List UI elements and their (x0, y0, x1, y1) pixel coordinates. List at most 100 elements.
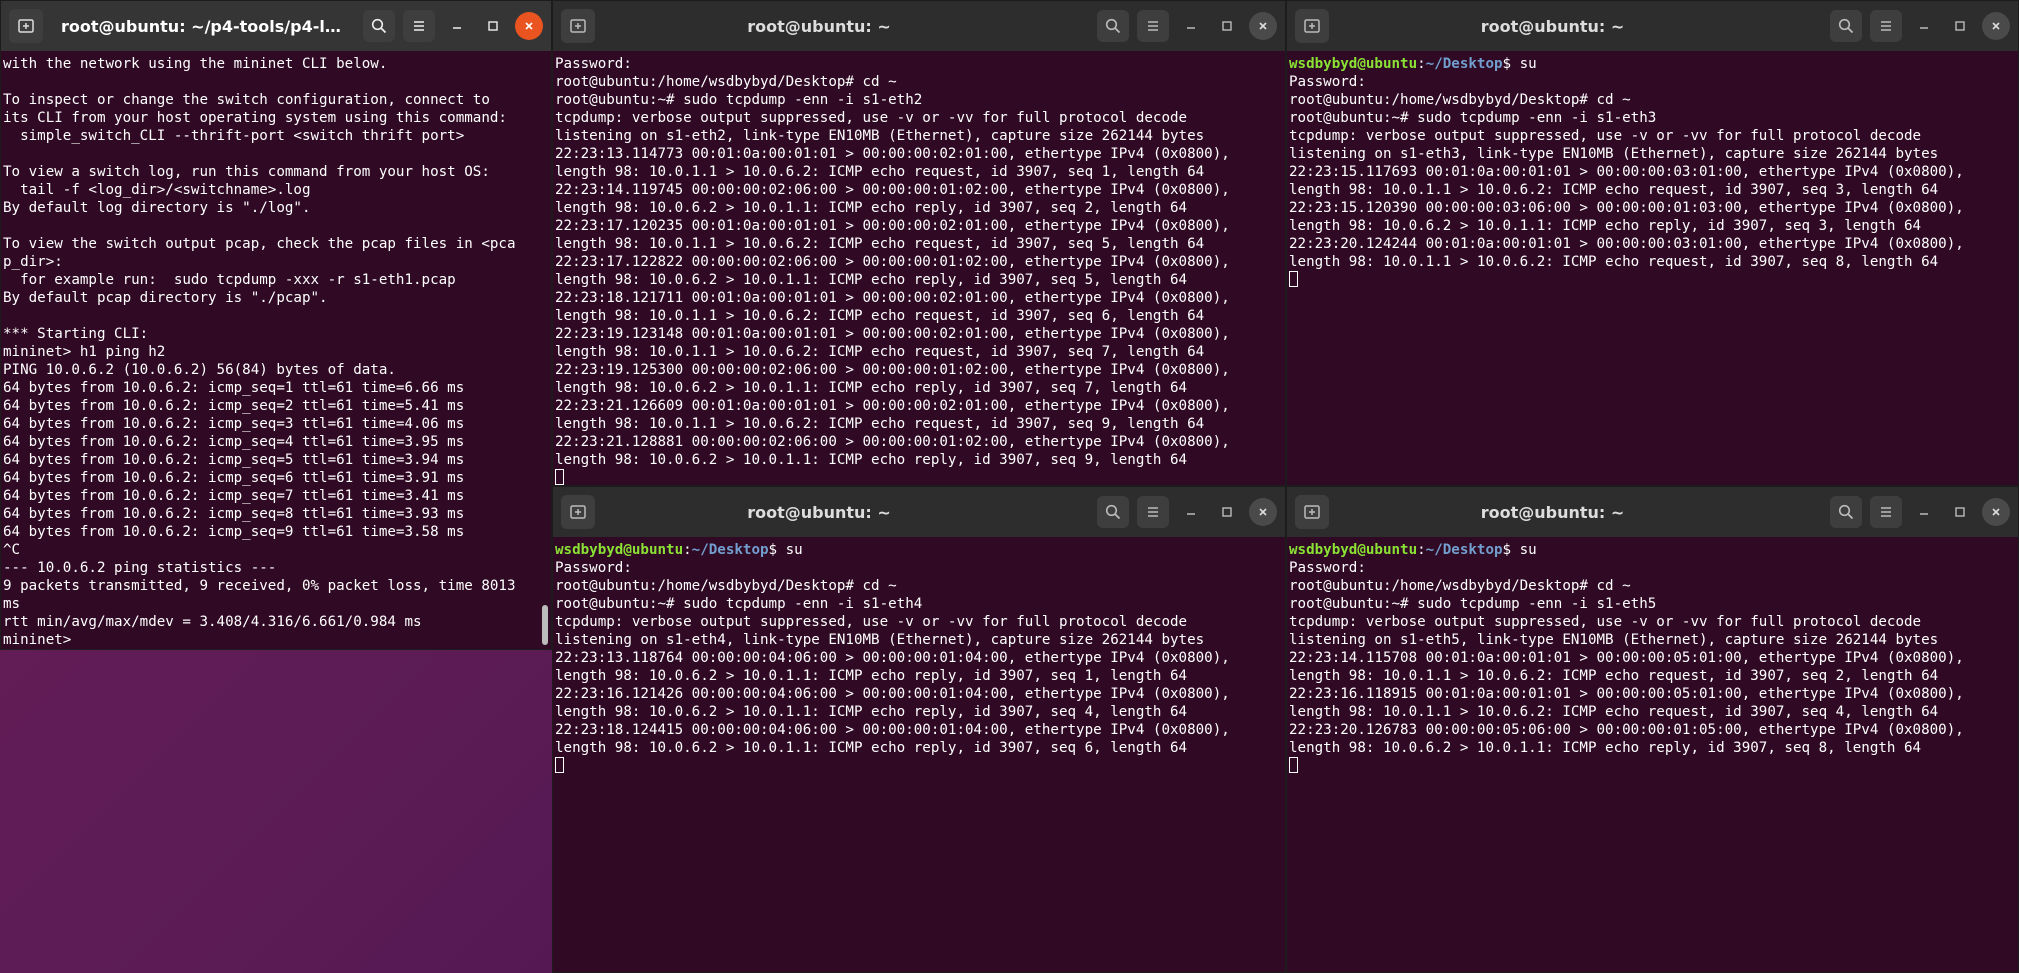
new-tab-button[interactable] (561, 495, 595, 529)
line-text: root@ubuntu:~# sudo tcpdump -enn -i s1-e… (555, 596, 923, 612)
line-text: --- 10.0.6.2 ping statistics --- (3, 560, 277, 576)
terminal-output[interactable]: Password: root@ubuntu:/home/wsdbybyd/Desk… (553, 51, 1285, 485)
line-text: *** Starting CLI: (3, 326, 149, 342)
terminal-window-s1-eth3[interactable]: root@ubuntu: ~ wsdbybyd@ubuntu:~/Desktop… (1286, 0, 2019, 486)
line-text: length 98: 10.0.6.2 > 10.0.1.1: ICMP ech… (555, 200, 1188, 216)
terminal-window-mininet[interactable]: root@ubuntu: ~/p4-tools/p4-learni... (0, 0, 552, 650)
minimize-icon (1920, 513, 1928, 515)
search-button[interactable] (1097, 10, 1129, 42)
menu-button[interactable] (1870, 10, 1902, 42)
terminal-line: length 98: 10.0.1.1 > 10.0.6.2: ICMP ech… (555, 163, 1285, 181)
terminal-output[interactable]: with the network using the mininet CLI b… (1, 51, 551, 649)
minimize-button[interactable] (1177, 498, 1205, 526)
terminal-line: PING 10.0.6.2 (10.0.6.2) 56(84) bytes of… (3, 361, 551, 379)
scrollbar-thumb[interactable] (542, 605, 548, 645)
prompt-user: wsdbybyd@ubuntu (1289, 542, 1418, 558)
line-text: 22:23:18.124415 00:00:00:04:06:00 > 00:0… (555, 722, 1230, 738)
line-text: tcpdump: verbose output suppressed, use … (1289, 614, 1922, 630)
hamburger-menu-icon (414, 21, 424, 31)
terminal-line: rtt min/avg/max/mdev = 3.408/4.316/6.661… (3, 613, 551, 631)
line-text: 22:23:19.125300 00:00:00:02:06:00 > 00:0… (555, 362, 1230, 378)
terminal-line: with the network using the mininet CLI b… (3, 55, 551, 73)
close-button[interactable] (1249, 498, 1277, 526)
search-button[interactable] (1097, 496, 1129, 528)
minimize-icon (1920, 27, 1928, 29)
close-button[interactable] (1982, 12, 2010, 40)
minimize-button[interactable] (1177, 12, 1205, 40)
line-text: 22:23:19.123148 00:01:0a:00:01:01 > 00:0… (555, 326, 1230, 342)
terminal-line: 22:23:20.124244 00:01:0a:00:01:01 > 00:0… (1289, 235, 2018, 253)
close-button[interactable] (1249, 12, 1277, 40)
new-tab-icon (570, 19, 586, 33)
maximize-icon (1955, 507, 1965, 517)
line-text: p_dir>: (3, 254, 63, 270)
window-title: root@ubuntu: ~ (747, 16, 891, 36)
terminal-line: ms (3, 595, 551, 613)
minimize-button[interactable] (1910, 12, 1938, 40)
terminal-line: 22:23:15.117693 00:01:0a:00:01:01 > 00:0… (1289, 163, 2018, 181)
line-text: length 98: 10.0.6.2 > 10.0.1.1: ICMP ech… (555, 272, 1188, 288)
search-button[interactable] (1830, 10, 1862, 42)
window-titlebar[interactable]: root@ubuntu: ~/p4-tools/p4-learni... (1, 1, 551, 51)
menu-button[interactable] (1137, 496, 1169, 528)
line-text: length 98: 10.0.1.1 > 10.0.6.2: ICMP ech… (1289, 182, 1939, 198)
terminal-line: length 98: 10.0.6.2 > 10.0.1.1: ICMP ech… (555, 703, 1285, 721)
line-text: 64 bytes from 10.0.6.2: icmp_seq=1 ttl=6… (3, 380, 465, 396)
new-tab-button[interactable] (1295, 495, 1329, 529)
hamburger-menu-icon (1881, 21, 1891, 31)
terminal-window-s1-eth2[interactable]: root@ubuntu: ~ Password: root@ubuntu:/ho… (552, 0, 1286, 486)
menu-button[interactable] (403, 10, 435, 42)
line-text: length 98: 10.0.1.1 > 10.0.6.2: ICMP ech… (1289, 254, 1939, 270)
line-text: Password: (1289, 560, 1366, 576)
new-tab-button[interactable] (1295, 9, 1329, 43)
terminal-line: root@ubuntu:~# sudo tcpdump -enn -i s1-e… (1289, 595, 2018, 613)
line-text: length 98: 10.0.1.1 > 10.0.6.2: ICMP ech… (555, 164, 1205, 180)
terminal-line: 22:23:14.115708 00:01:0a:00:01:01 > 00:0… (1289, 649, 2018, 667)
terminal-output[interactable]: wsdbybyd@ubuntu:~/Desktop$ su Password: ro… (553, 537, 1285, 972)
maximize-button[interactable] (479, 12, 507, 40)
terminal-line: 22:23:17.122822 00:00:00:02:06:00 > 00:0… (555, 253, 1285, 271)
line-text: length 98: 10.0.6.2 > 10.0.1.1: ICMP ech… (555, 380, 1188, 396)
maximize-button[interactable] (1946, 12, 1974, 40)
new-tab-button[interactable] (561, 9, 595, 43)
minimize-icon (453, 27, 461, 29)
line-text: 22:23:14.119745 00:00:00:02:06:00 > 00:0… (555, 182, 1230, 198)
window-titlebar[interactable]: root@ubuntu: ~ (1287, 487, 2018, 537)
window-title: root@ubuntu: ~ (747, 502, 891, 522)
line-text: ^C (3, 542, 21, 558)
close-button[interactable] (1982, 498, 2010, 526)
minimize-button[interactable] (1910, 498, 1938, 526)
prompt-separator: : (683, 542, 692, 558)
terminal-line (1289, 757, 2018, 775)
maximize-button[interactable] (1213, 498, 1241, 526)
maximize-button[interactable] (1213, 12, 1241, 40)
terminal-line: length 98: 10.0.6.2 > 10.0.1.1: ICMP ech… (555, 379, 1285, 397)
prompt-path: ~/Desktop (1425, 542, 1503, 558)
line-text: listening on s1-eth5, link-type EN10MB (… (1289, 632, 1939, 648)
terminal-line: 22:23:15.120390 00:00:00:03:06:00 > 00:0… (1289, 199, 2018, 217)
minimize-button[interactable] (443, 12, 471, 40)
line-text: To view the switch output pcap, check th… (3, 236, 516, 252)
maximize-button[interactable] (1946, 498, 1974, 526)
close-button[interactable] (515, 12, 543, 40)
terminal-output[interactable]: wsdbybyd@ubuntu:~/Desktop$ su Password: ro… (1287, 537, 2018, 972)
terminal-window-s1-eth5[interactable]: root@ubuntu: ~ wsdbybyd@ubuntu:~/Desktop… (1286, 486, 2019, 973)
search-button[interactable] (363, 10, 395, 42)
terminal-line: 22:23:16.121426 00:00:00:04:06:00 > 00:0… (555, 685, 1285, 703)
search-button[interactable] (1830, 496, 1862, 528)
line-text: rtt min/avg/max/mdev = 3.408/4.316/6.661… (3, 614, 422, 630)
window-titlebar[interactable]: root@ubuntu: ~ (553, 487, 1285, 537)
line-text: 22:23:14.115708 00:01:0a:00:01:01 > 00:0… (1289, 650, 1964, 666)
menu-button[interactable] (1870, 496, 1902, 528)
new-tab-button[interactable] (9, 9, 43, 43)
terminal-window-s1-eth4[interactable]: root@ubuntu: ~ wsdbybyd@ubuntu:~/Desktop… (552, 486, 1286, 973)
line-text: root@ubuntu:~# sudo tcpdump -enn -i s1-e… (555, 92, 923, 108)
terminal-line: p_dir>: (3, 253, 551, 271)
terminal-output[interactable]: wsdbybyd@ubuntu:~/Desktop$ su Password: ro… (1287, 51, 2018, 485)
terminal-line: 22:23:18.121711 00:01:0a:00:01:01 > 00:0… (555, 289, 1285, 307)
menu-button[interactable] (1137, 10, 1169, 42)
window-titlebar[interactable]: root@ubuntu: ~ (1287, 1, 2018, 51)
window-titlebar[interactable]: root@ubuntu: ~ (553, 1, 1285, 51)
terminal-line: mininet> (3, 631, 551, 649)
